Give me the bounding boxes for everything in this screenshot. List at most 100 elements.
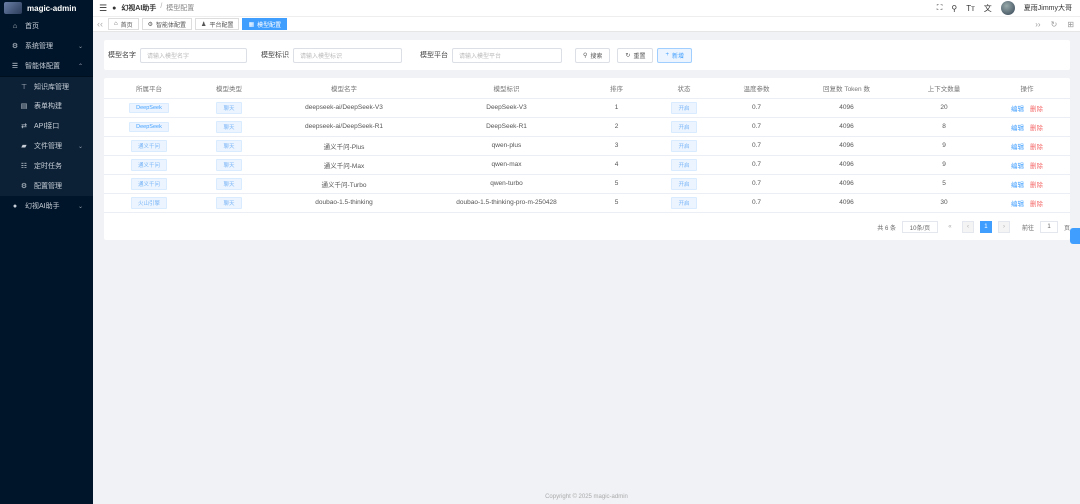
avatar[interactable] xyxy=(1000,1,1015,15)
topbar: ☰ ● 幻视AI助手 / 模型配置 ⛶ ⚲ Tт 文 夏雨Jimmy大哥 xyxy=(93,0,1080,16)
pagination: 共 6 条 10条/页 « ‹ 1 › 前往 1 页 xyxy=(877,220,1070,234)
context-cell: 20 xyxy=(904,98,984,118)
reset-button[interactable]: ↻ 重置 xyxy=(617,47,654,63)
app-logo[interactable]: magic-admin xyxy=(0,0,93,16)
add-button[interactable]: + 新增 xyxy=(657,47,692,63)
tabs-bar: ‹‹ ⌂ 首页 ⚙ 智能体配置 ♟ 平台配置 ▦ 模型配置 ›› ↻ ⊞ xyxy=(93,16,1080,32)
context-cell: 9 xyxy=(904,136,984,156)
prev-button[interactable]: ‹ xyxy=(961,221,974,233)
user-name[interactable]: 夏雨Jimmy大哥 xyxy=(1024,3,1072,13)
model-name-cell: 通义千问-Turbo xyxy=(264,174,424,194)
language-icon[interactable]: 文 xyxy=(984,3,992,14)
edit-button[interactable]: 编辑 xyxy=(1011,125,1024,132)
floating-tab[interactable] xyxy=(1070,228,1080,244)
header-sort: 排序 xyxy=(589,78,644,99)
edit-button[interactable]: 编辑 xyxy=(1011,106,1024,113)
temperature-cell: 0.7 xyxy=(724,117,789,137)
model-id-cell: qwen-max xyxy=(424,155,589,175)
tab-model-config[interactable]: ▦ 模型配置 xyxy=(242,18,288,30)
search-button[interactable]: ⚲ 搜索 xyxy=(575,47,611,63)
edit-button[interactable]: 编辑 xyxy=(1011,144,1024,151)
model-id-cell: doubao-1.5-thinking-pro-m-250428 xyxy=(424,193,589,213)
status-badge: 开启 xyxy=(671,101,697,114)
tokens-cell: 4096 xyxy=(789,136,904,156)
edit-button[interactable]: 编辑 xyxy=(1011,163,1024,170)
platform-tag: 通义千问 xyxy=(130,139,167,152)
sidebar-item-knowledge[interactable]: ⊤ 知识库管理 xyxy=(0,76,93,96)
model-id-cell: DeepSeek-R1 xyxy=(424,117,589,137)
model-id-input[interactable]: 请输入模型标识 xyxy=(293,47,402,63)
page-size-select[interactable]: 10条/页 xyxy=(901,221,938,233)
platform-tag: 通义千问 xyxy=(130,177,167,190)
delete-button[interactable]: 删除 xyxy=(1030,201,1043,208)
context-cell: 9 xyxy=(904,155,984,175)
gear-icon: ⚙ xyxy=(11,43,19,50)
model-name-cell: 通义千问-Max xyxy=(264,155,424,175)
header-status: 状态 xyxy=(644,78,724,99)
total-count: 共 6 条 xyxy=(877,225,896,232)
sidebar-item-agent-config[interactable]: ☰ 智能体配置 ⌃ xyxy=(0,56,93,76)
context-cell: 30 xyxy=(904,193,984,213)
type-tag: 聊天 xyxy=(216,177,242,190)
model-name-label: 模型名字 xyxy=(108,52,136,59)
edit-button[interactable]: 编辑 xyxy=(1011,201,1024,208)
table-row: 通义千问 聊天 通义千问-Plus qwen-plus 3 开启 0.7 409… xyxy=(104,136,1070,156)
delete-button[interactable]: 删除 xyxy=(1030,144,1043,151)
chevron-right-icon[interactable]: ›› xyxy=(1035,20,1040,29)
delete-button[interactable]: 删除 xyxy=(1030,125,1043,132)
breadcrumb-item[interactable]: 幻视AI助手 xyxy=(121,3,156,13)
tab-home[interactable]: ⌂ 首页 xyxy=(108,18,139,30)
chevron-up-icon: ⌃ xyxy=(77,63,83,70)
sort-cell: 2 xyxy=(589,117,644,137)
sort-cell: 3 xyxy=(589,136,644,156)
chevron-left-icon[interactable]: ‹‹ xyxy=(97,19,103,29)
goto-input[interactable]: 1 xyxy=(1039,221,1058,233)
status-badge: 开启 xyxy=(671,158,697,171)
list-icon: ☷ xyxy=(20,163,28,170)
temperature-cell: 0.7 xyxy=(724,174,789,194)
hamburger-icon[interactable]: ☰ xyxy=(99,3,107,14)
fullscreen-icon[interactable]: ⛶ xyxy=(937,3,943,13)
form-icon: ▤ xyxy=(20,103,28,110)
tab-agent-config[interactable]: ⚙ 智能体配置 xyxy=(141,18,193,30)
model-name-input[interactable]: 请输入模型名字 xyxy=(140,47,247,63)
sidebar-item-config[interactable]: ⚙ 配置管理 xyxy=(0,176,93,196)
sidebar-item-home[interactable]: ⌂ 首页 xyxy=(0,16,93,36)
type-tag: 聊天 xyxy=(216,139,242,152)
sidebar-item-ai-assistant[interactable]: ● 幻视AI助手 ⌄ xyxy=(0,196,93,216)
header-actions: 操作 xyxy=(984,78,1070,99)
gear-icon: ⚙ xyxy=(147,21,154,28)
model-name-cell: deepseek-ai/DeepSeek-R1 xyxy=(264,117,424,137)
logo-image xyxy=(4,2,22,14)
sidebar-item-system[interactable]: ⚙ 系统管理 ⌄ xyxy=(0,36,93,56)
chevron-down-icon: ⌄ xyxy=(77,43,83,50)
tokens-cell: 4096 xyxy=(789,155,904,175)
refresh-icon[interactable]: ↻ xyxy=(1051,20,1058,29)
context-cell: 5 xyxy=(904,174,984,194)
delete-button[interactable]: 删除 xyxy=(1030,182,1043,189)
filter-panel: 模型名字 请输入模型名字 模型标识 请输入模型标识 模型平台 请输入模型平台 ⚲… xyxy=(104,40,1070,70)
status-badge: 开启 xyxy=(671,177,697,190)
app-name: magic-admin xyxy=(27,3,77,13)
page-button-current[interactable]: 1 xyxy=(979,221,992,233)
table-header-row: 所属平台 模型类型 模型名字 模型标识 排序 状态 温度参数 回复数 Token… xyxy=(104,78,1070,99)
tab-platform-config[interactable]: ♟ 平台配置 xyxy=(195,18,240,30)
sidebar-item-api[interactable]: ⇄ API接口 xyxy=(0,116,93,136)
sidebar-item-form[interactable]: ▤ 表单构建 xyxy=(0,96,93,116)
type-tag: 聊天 xyxy=(216,196,242,209)
header-temp: 温度参数 xyxy=(724,78,789,99)
sort-cell: 1 xyxy=(589,98,644,118)
delete-button[interactable]: 删除 xyxy=(1030,106,1043,113)
status-badge: 开启 xyxy=(671,196,697,209)
next-button[interactable]: › xyxy=(997,221,1010,233)
font-size-icon[interactable]: Tт xyxy=(966,4,975,13)
platform-input[interactable]: 请输入模型平台 xyxy=(452,47,562,63)
prev-page-button[interactable]: « xyxy=(943,221,956,233)
delete-button[interactable]: 删除 xyxy=(1030,163,1043,170)
sidebar-item-tasks[interactable]: ☷ 定时任务 xyxy=(0,156,93,176)
edit-button[interactable]: 编辑 xyxy=(1011,182,1024,189)
sidebar-item-files[interactable]: ▰ 文件管理 ⌄ xyxy=(0,136,93,156)
grid-menu-icon[interactable]: ⊞ xyxy=(1067,20,1074,29)
tokens-cell: 4096 xyxy=(789,193,904,213)
search-icon[interactable]: ⚲ xyxy=(951,4,957,13)
